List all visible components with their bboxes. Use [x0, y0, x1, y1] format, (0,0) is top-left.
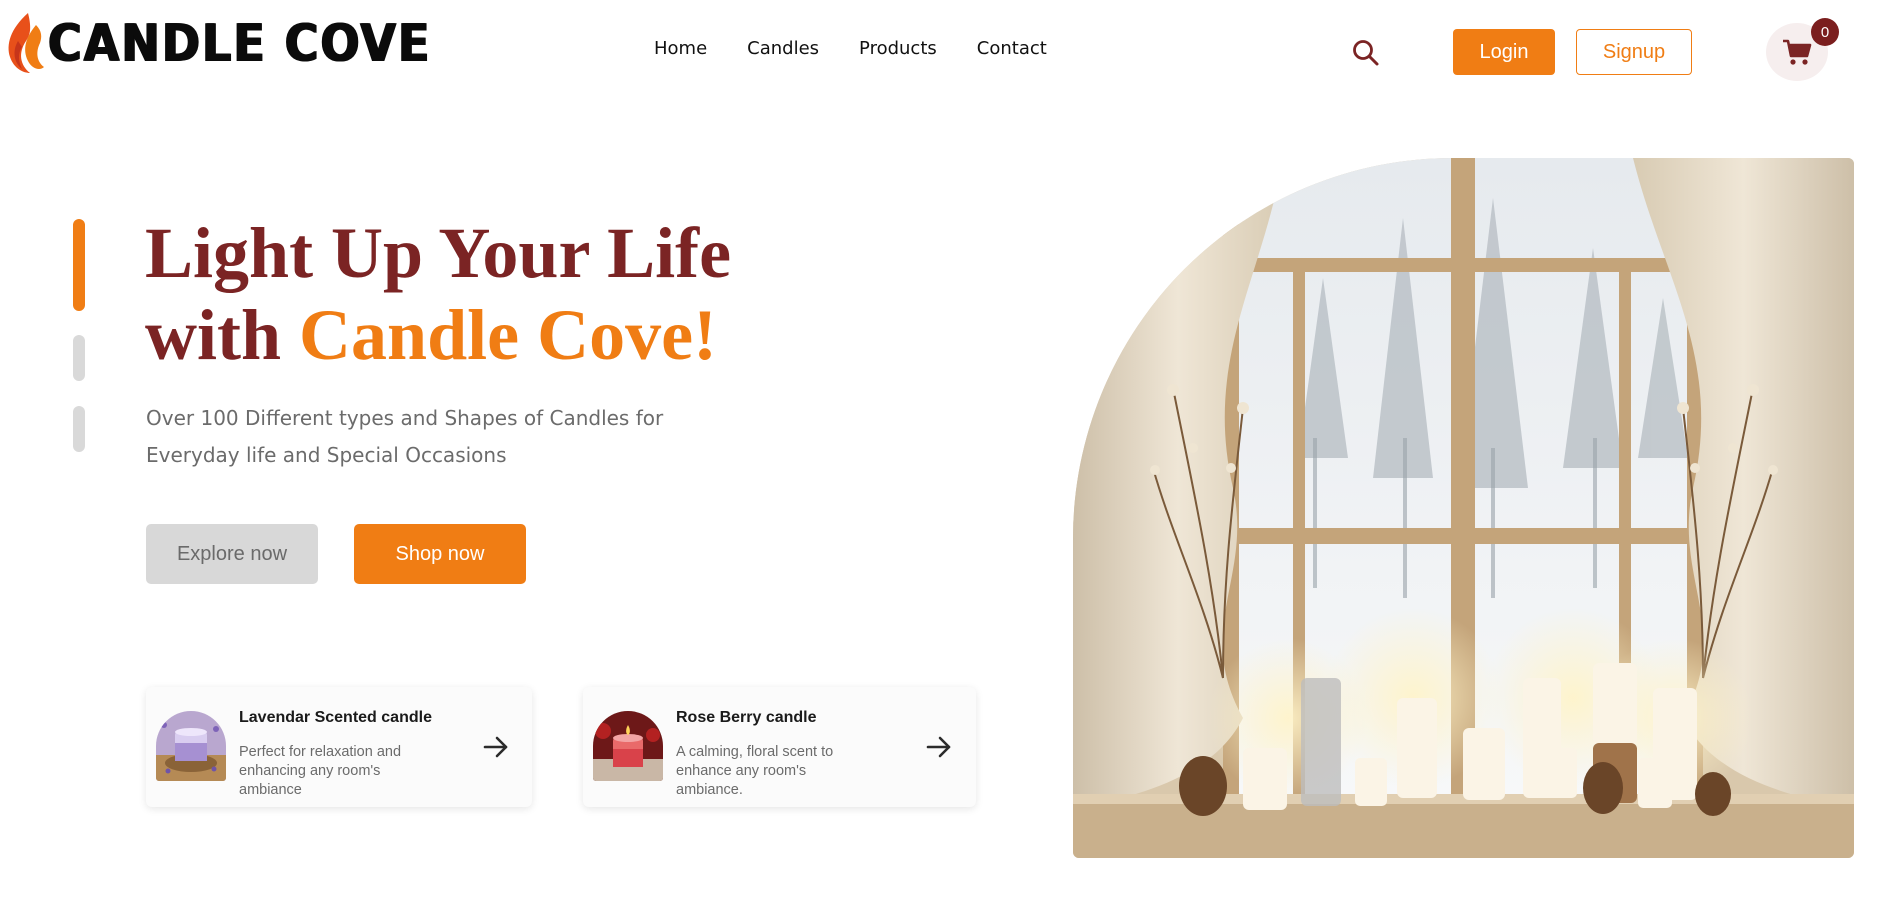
product-card-rose-berry[interactable]: Rose Berry candle A calming, floral scen…	[583, 687, 976, 807]
arrow-right-icon[interactable]	[482, 734, 510, 760]
cart-count-badge: 0	[1811, 18, 1839, 46]
hero-title-prefix: with	[145, 295, 300, 375]
hero-title-line1: Light Up Your Life	[145, 213, 732, 293]
product-card-lavender[interactable]: Lavendar Scented candle Perfect for rela…	[146, 687, 532, 807]
search-button[interactable]	[1351, 38, 1381, 68]
explore-now-button[interactable]: Explore now	[146, 524, 318, 584]
slide-indicator-active[interactable]	[73, 219, 85, 311]
login-button[interactable]: Login	[1453, 29, 1555, 75]
flame-icon	[8, 13, 44, 73]
product-thumbnail	[156, 711, 226, 781]
product-title: Rose Berry candle	[676, 709, 817, 726]
shop-now-button[interactable]: Shop now	[354, 524, 526, 584]
signup-button[interactable]: Signup	[1576, 29, 1692, 75]
hero-subtitle: Over 100 Different types and Shapes of C…	[146, 406, 664, 467]
nav-link-contact[interactable]: Contact	[977, 38, 1047, 59]
main-nav: Home Candles Products Contact	[654, 38, 1047, 59]
nav-link-home[interactable]: Home	[654, 38, 707, 59]
product-thumbnail	[593, 711, 663, 781]
slide-indicator[interactable]	[73, 406, 85, 452]
search-icon	[1353, 40, 1379, 66]
product-description: A calming, floral scent to enhance any r…	[676, 744, 834, 798]
product-description: Perfect for relaxation and enhancing any…	[239, 744, 402, 798]
product-title: Lavendar Scented candle	[239, 709, 432, 726]
hero-image	[1073, 158, 1854, 858]
hero-title: Light Up Your Life with Candle Cove!	[145, 212, 785, 376]
nav-link-candles[interactable]: Candles	[747, 38, 819, 59]
slide-indicator[interactable]	[73, 335, 85, 381]
nav-link-products[interactable]: Products	[859, 38, 937, 59]
shopping-cart-icon	[1783, 39, 1812, 65]
brand-name: CANDLE COVE	[48, 12, 432, 74]
arrow-right-icon[interactable]	[925, 734, 953, 760]
hero-title-accent: Candle Cove!	[299, 295, 718, 375]
brand-logo[interactable]: CANDLE COVE	[6, 10, 431, 76]
